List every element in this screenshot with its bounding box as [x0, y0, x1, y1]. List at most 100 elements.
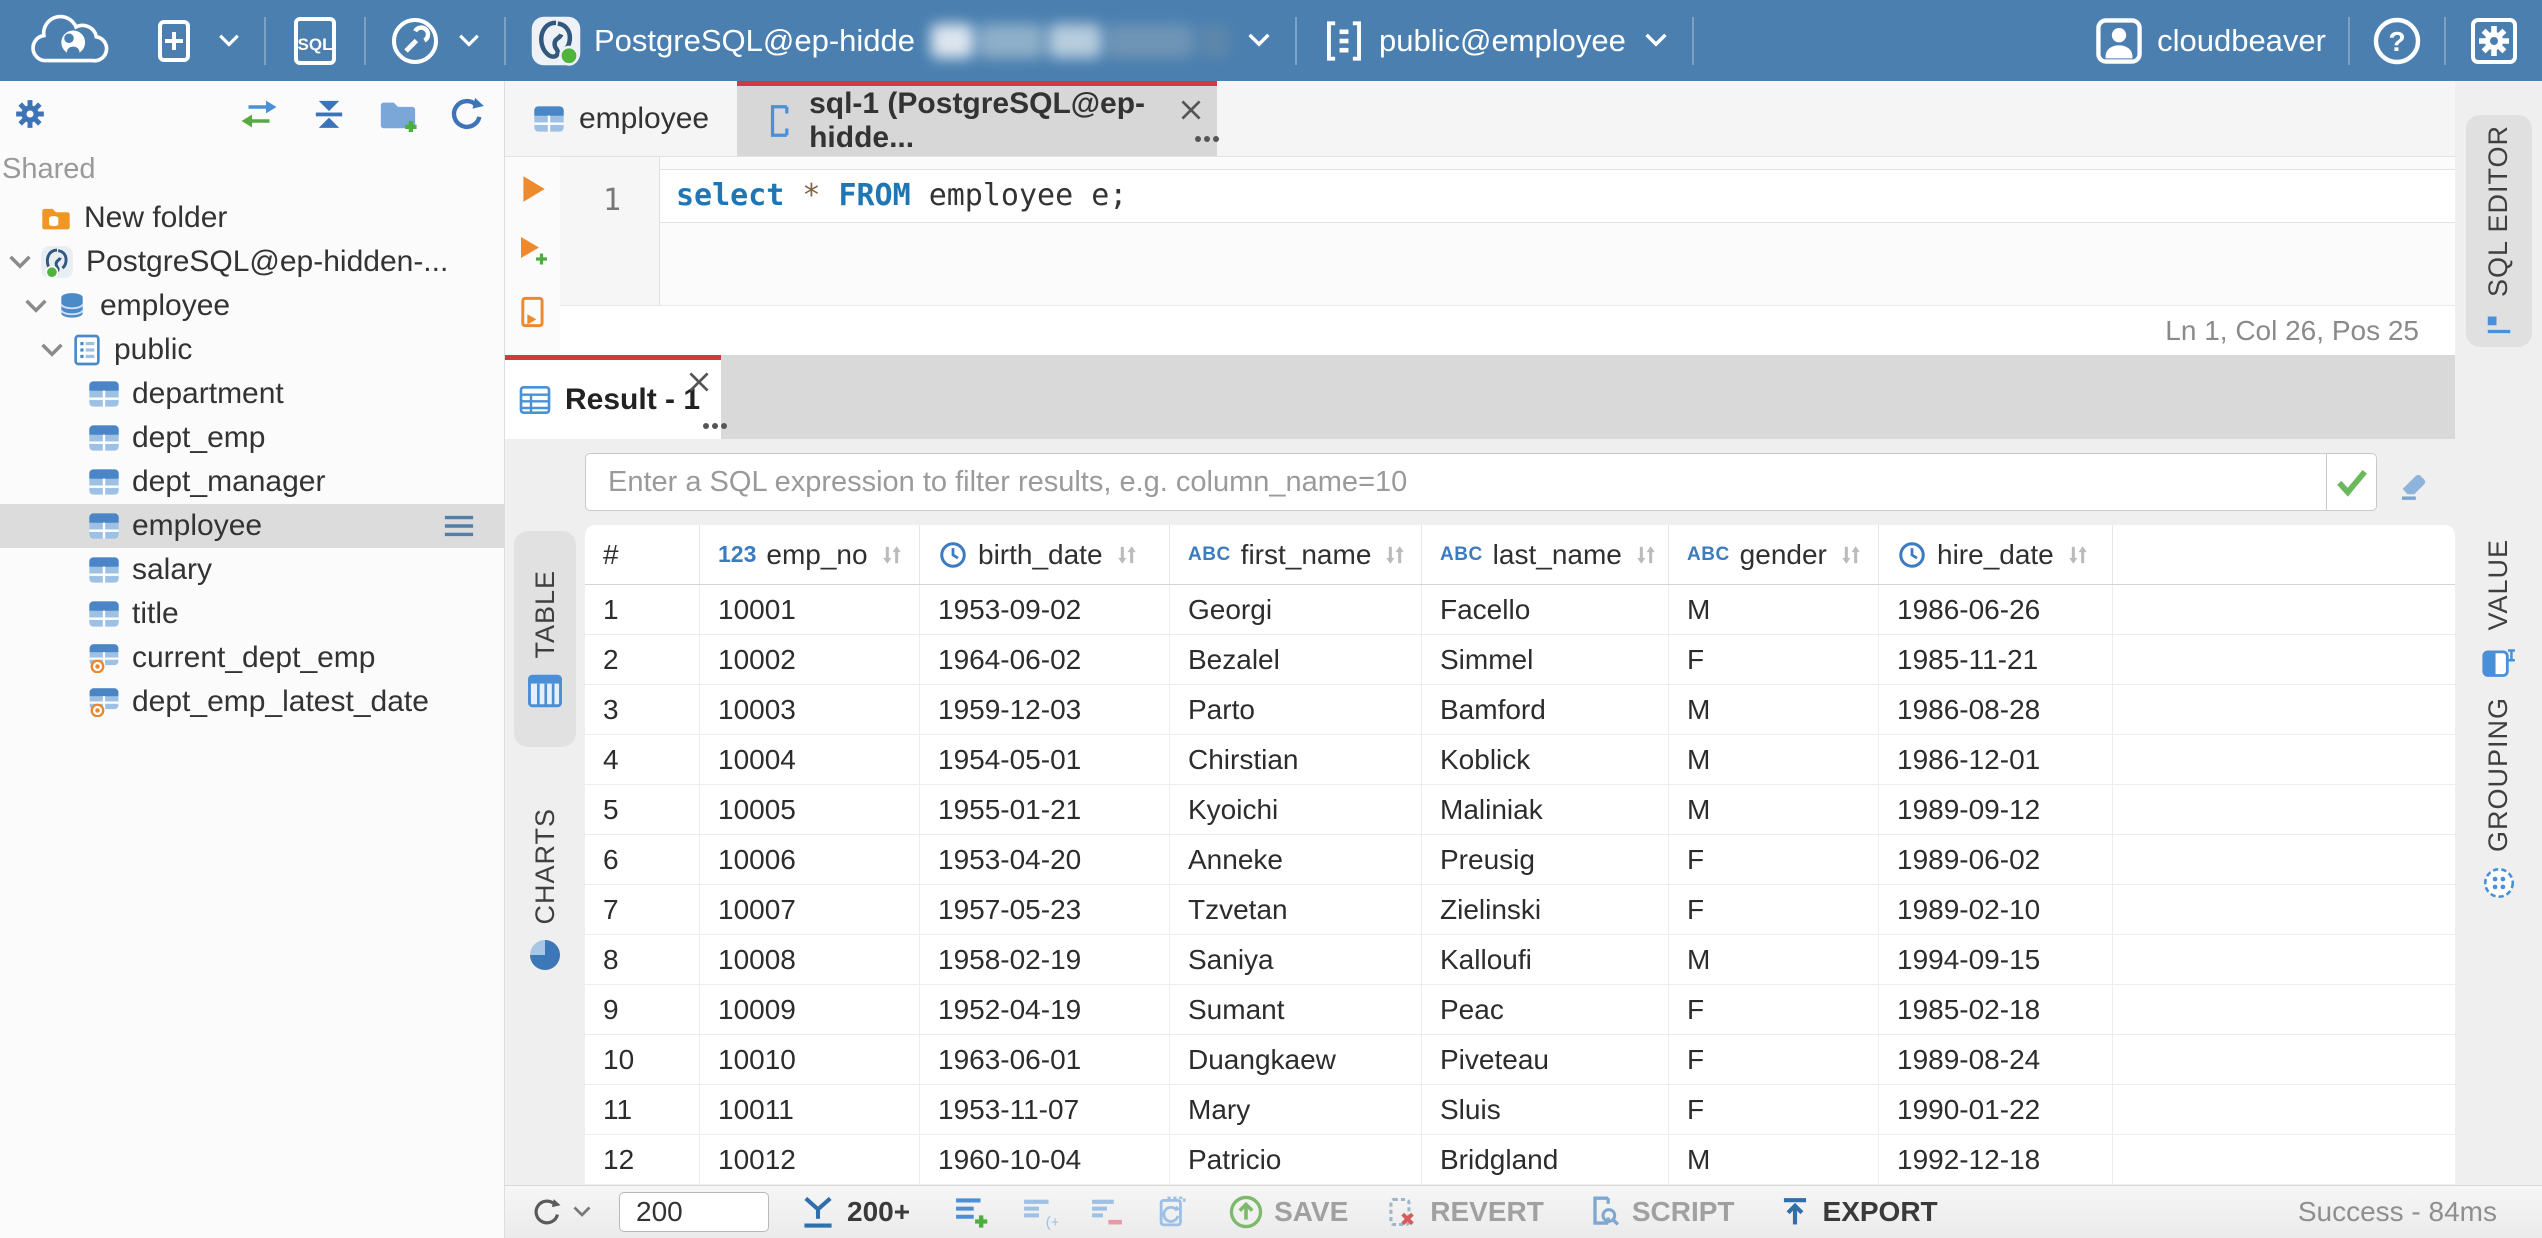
refresh-tree-icon[interactable] — [448, 95, 486, 133]
tree-item-new-folder[interactable]: New folder — [0, 196, 504, 240]
table-cell[interactable]: Saniya — [1170, 935, 1422, 984]
table-cell[interactable]: 10004 — [700, 735, 920, 784]
sql-code-line[interactable]: select * FROM employee e; — [660, 169, 2455, 223]
tab-sql-editor-panel[interactable]: SQL EDITOR — [2465, 115, 2532, 347]
table-cell[interactable]: 10001 — [700, 585, 920, 634]
column-header-emp-no[interactable]: 123 emp_no — [700, 525, 920, 584]
table-cell[interactable]: 1952-04-19 — [920, 985, 1170, 1034]
table-cell[interactable]: F — [1669, 1085, 1879, 1134]
table-row[interactable]: 6 10006 1953-04-20 Anneke Preusig F 1989… — [585, 835, 2455, 885]
chevron-down-icon[interactable] — [24, 298, 48, 314]
table-cell[interactable]: 1985-11-21 — [1879, 635, 2113, 684]
table-row[interactable]: 11 10011 1953-11-07 Mary Sluis F 1990-01… — [585, 1085, 2455, 1135]
table-cell[interactable]: Preusig — [1422, 835, 1669, 884]
table-cell[interactable]: Chirstian — [1170, 735, 1422, 784]
tree-item-connection[interactable]: PostgreSQL@ep-hidden-... — [0, 240, 504, 284]
table-row[interactable]: 2 10002 1964-06-02 Bezalel Simmel F 1985… — [585, 635, 2455, 685]
refresh-document-button[interactable] — [1156, 1194, 1192, 1230]
table-cell[interactable]: Zielinski — [1422, 885, 1669, 934]
column-header-birth-date[interactable]: birth_date — [920, 525, 1170, 584]
table-cell[interactable]: Kalloufi — [1422, 935, 1669, 984]
tree-item-table[interactable]: dept_emp — [0, 416, 504, 460]
refresh-result-button[interactable] — [531, 1196, 591, 1228]
table-cell[interactable]: M — [1669, 935, 1879, 984]
table-cell[interactable]: Sumant — [1170, 985, 1422, 1034]
tree-item-schema[interactable]: public — [0, 328, 504, 372]
table-cell[interactable]: M — [1669, 585, 1879, 634]
table-cell[interactable]: 1989-02-10 — [1879, 885, 2113, 934]
table-cell[interactable]: 10006 — [700, 835, 920, 884]
duplicate-row-button[interactable]: (+) — [1020, 1194, 1058, 1230]
table-cell[interactable]: Parto — [1170, 685, 1422, 734]
tree-item-view[interactable]: dept_emp_latest_date — [0, 680, 504, 724]
column-header-first-name[interactable]: ABC first_name — [1170, 525, 1422, 584]
navigator-settings-gear-icon[interactable] — [10, 94, 50, 134]
close-icon[interactable] — [1179, 96, 1203, 130]
sql-editor-button[interactable]: SQL — [290, 15, 340, 67]
table-cell[interactable]: M — [1669, 685, 1879, 734]
table-row[interactable]: 1 10001 1953-09-02 Georgi Facello M 1986… — [585, 585, 2455, 635]
table-cell[interactable]: Georgi — [1170, 585, 1422, 634]
table-cell[interactable]: 1986-08-28 — [1879, 685, 2113, 734]
add-row-button[interactable] — [952, 1194, 990, 1230]
table-cell[interactable]: Kyoichi — [1170, 785, 1422, 834]
row-limit-input[interactable] — [619, 1192, 769, 1232]
collapse-all-icon[interactable] — [310, 95, 348, 133]
revert-button[interactable]: REVERT — [1384, 1194, 1544, 1230]
settings-button[interactable] — [2468, 15, 2520, 67]
table-cell[interactable]: Bamford — [1422, 685, 1669, 734]
apply-filter-button[interactable] — [2326, 454, 2376, 510]
new-folder-icon[interactable] — [378, 96, 418, 132]
table-cell[interactable]: 1986-12-01 — [1879, 735, 2113, 784]
tab-grouping-panel[interactable]: GROUPING — [2466, 697, 2532, 898]
table-cell[interactable]: 1989-06-02 — [1879, 835, 2113, 884]
schema-selector[interactable]: public@employee — [1321, 18, 1668, 64]
table-cell[interactable]: 10009 — [700, 985, 920, 1034]
table-cell[interactable]: 1954-05-01 — [920, 735, 1170, 784]
table-cell[interactable]: Mary — [1170, 1085, 1422, 1134]
table-cell[interactable]: 10003 — [700, 685, 920, 734]
table-cell[interactable]: 1985-02-18 — [1879, 985, 2113, 1034]
table-cell[interactable]: 10008 — [700, 935, 920, 984]
table-cell[interactable]: Patricio — [1170, 1135, 1422, 1184]
item-menu-icon[interactable] — [442, 514, 476, 538]
table-cell[interactable]: F — [1669, 885, 1879, 934]
connection-selector[interactable]: PostgreSQL@ep-hidde — [530, 15, 1271, 67]
sort-icon[interactable] — [1113, 541, 1141, 569]
table-cell[interactable]: 1960-10-04 — [920, 1135, 1170, 1184]
table-cell[interactable]: Simmel — [1422, 635, 1669, 684]
tree-item-view[interactable]: current_dept_emp — [0, 636, 504, 680]
table-cell[interactable]: 10012 — [700, 1135, 920, 1184]
table-row[interactable]: 5 10005 1955-01-21 Kyoichi Maliniak M 19… — [585, 785, 2455, 835]
save-button[interactable]: SAVE — [1228, 1194, 1348, 1230]
sync-connection-icon[interactable] — [238, 96, 280, 132]
table-cell[interactable]: 1992-12-18 — [1879, 1135, 2113, 1184]
tree-item-database[interactable]: employee — [0, 284, 504, 328]
table-cell[interactable]: 1990-01-22 — [1879, 1085, 2113, 1134]
tree-item-table-selected[interactable]: employee — [0, 504, 504, 548]
table-row[interactable]: 8 10008 1958-02-19 Saniya Kalloufi M 199… — [585, 935, 2455, 985]
table-cell[interactable]: Sluis — [1422, 1085, 1669, 1134]
close-icon[interactable] — [687, 368, 711, 402]
tree-item-table[interactable]: title — [0, 592, 504, 636]
sort-icon[interactable] — [1381, 541, 1409, 569]
tab-result-1[interactable]: Result - 1 — [505, 355, 721, 439]
column-header-gender[interactable]: ABC gender — [1669, 525, 1879, 584]
fetch-more-button[interactable]: 200+ — [799, 1194, 910, 1230]
tab-value-panel[interactable]: VALUE — [2466, 539, 2532, 680]
script-button[interactable]: SCRIPT — [1586, 1194, 1735, 1230]
table-cell[interactable]: 10005 — [700, 785, 920, 834]
driver-menu-button[interactable] — [390, 16, 480, 66]
table-row[interactable]: 9 10009 1952-04-19 Sumant Peac F 1985-02… — [585, 985, 2455, 1035]
code-area[interactable]: 1 select * FROM employee e; — [560, 157, 2455, 305]
table-cell[interactable]: M — [1669, 1135, 1879, 1184]
table-row[interactable]: 10 10010 1963-06-01 Duangkaew Piveteau F… — [585, 1035, 2455, 1085]
user-menu[interactable]: cloudbeaver — [2093, 15, 2326, 67]
table-cell[interactable]: 1958-02-19 — [920, 935, 1170, 984]
table-cell[interactable]: 1964-06-02 — [920, 635, 1170, 684]
execute-script-button[interactable] — [517, 295, 549, 329]
table-cell[interactable]: 10011 — [700, 1085, 920, 1134]
sort-icon[interactable] — [1632, 541, 1660, 569]
table-cell[interactable]: Maliniak — [1422, 785, 1669, 834]
execute-new-tab-button[interactable] — [516, 233, 550, 267]
